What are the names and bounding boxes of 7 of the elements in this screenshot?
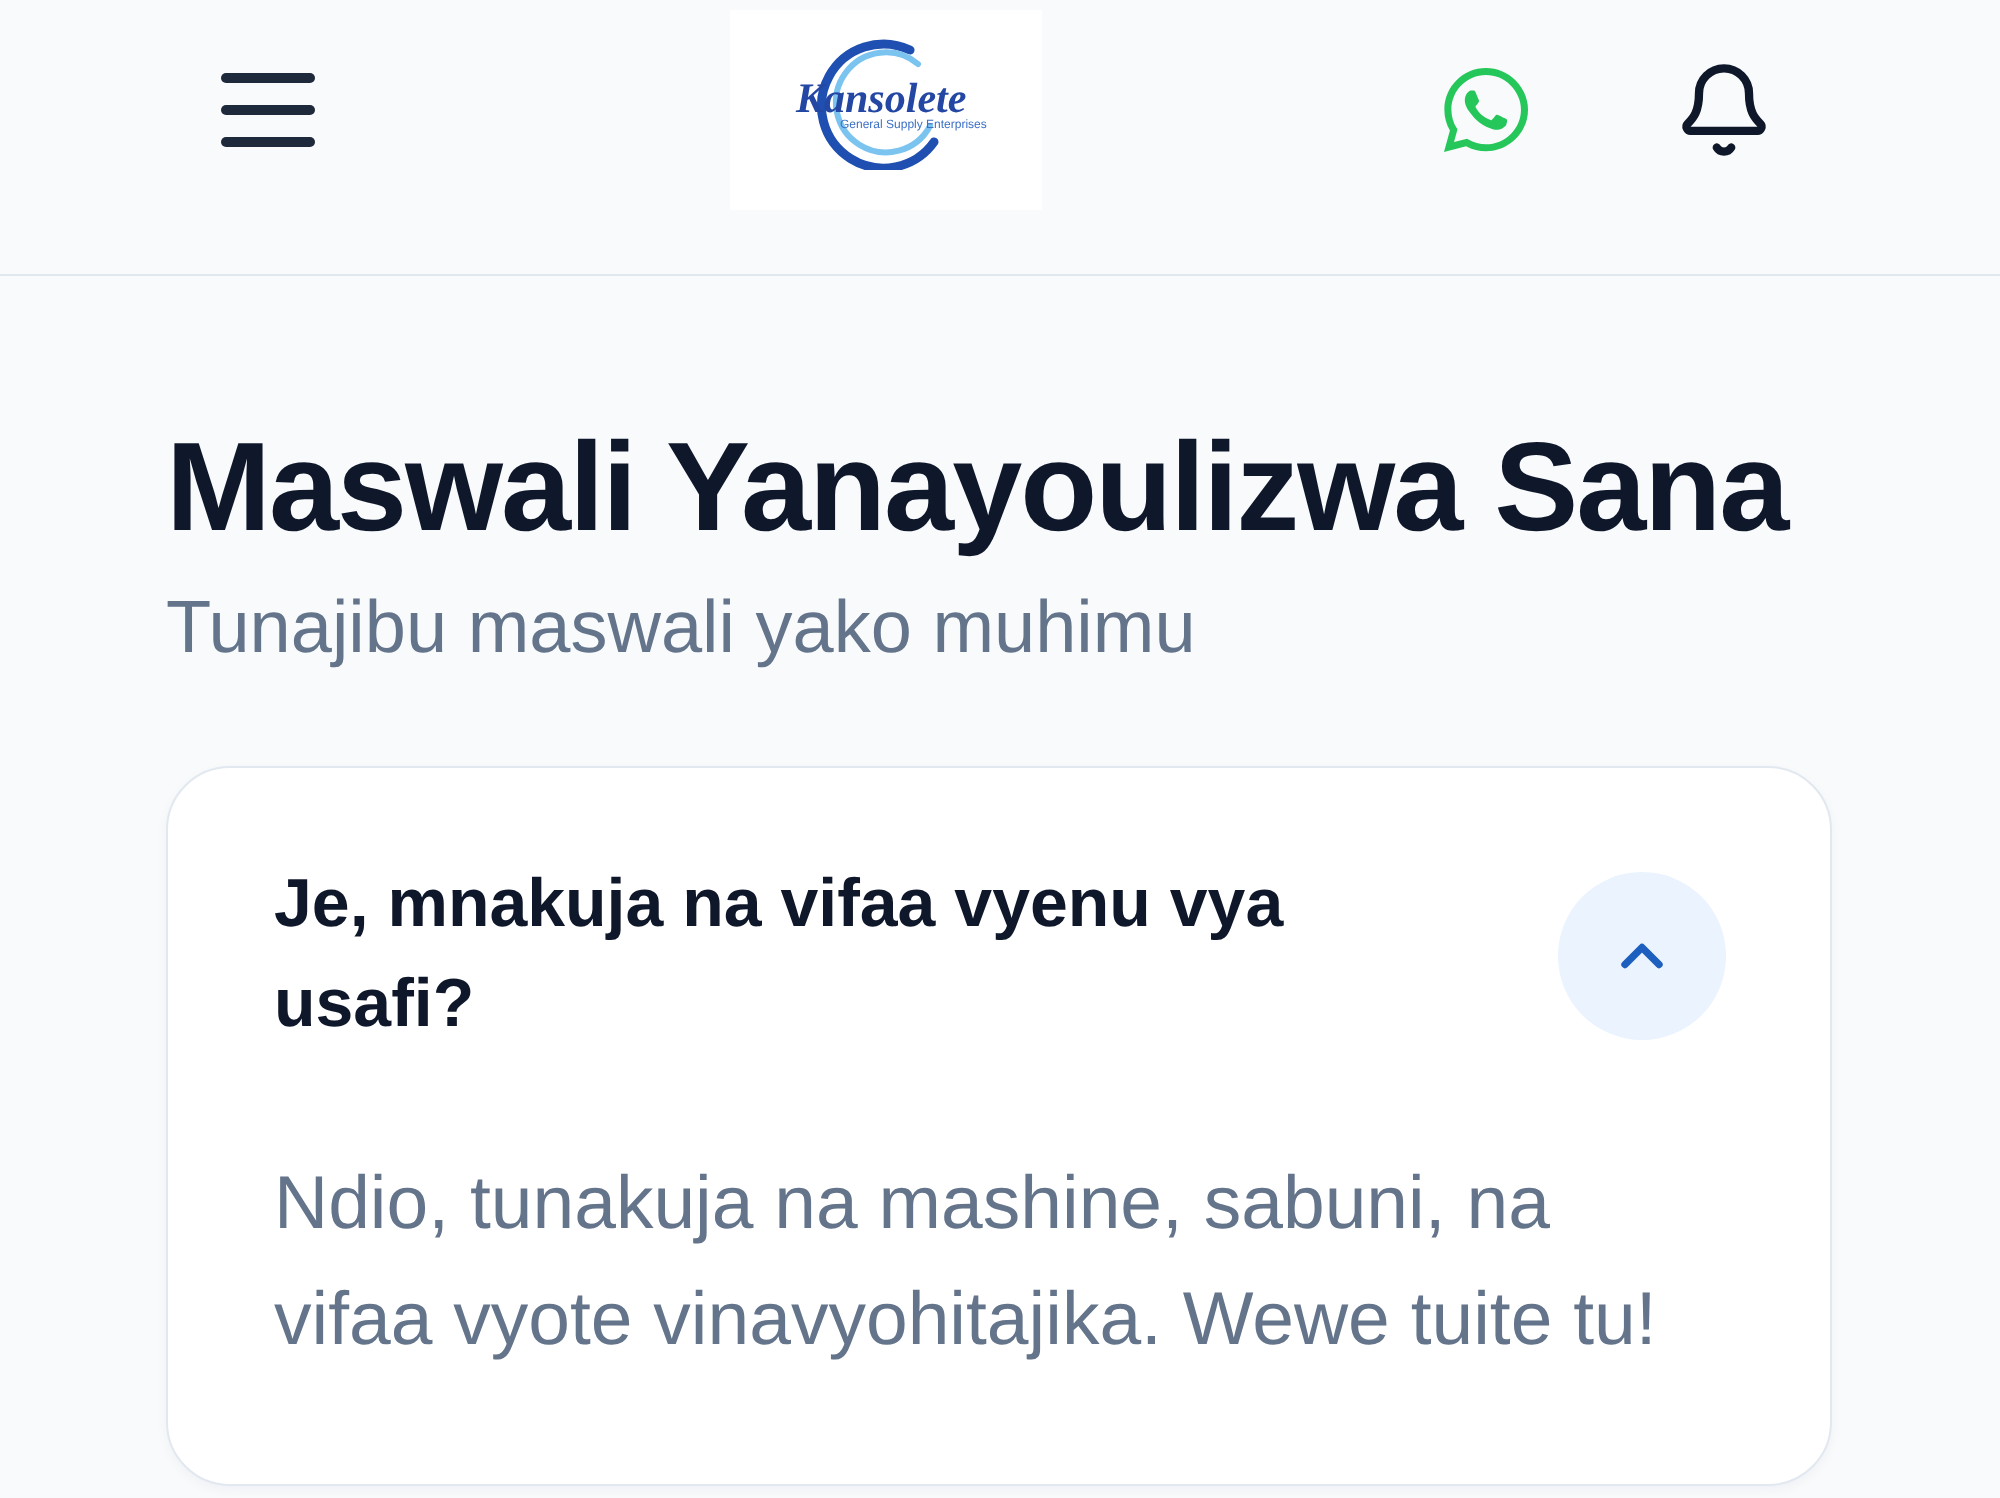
faq-answer: Ndio, tunakuja na mashine, sabuni, na vifaa vyote vinavyohitajika. Wewe tuite tu! (274, 1158, 1659, 1364)
menu-icon (220, 72, 316, 148)
page-subtitle: Tunajibu maswali yako muhimu (166, 584, 1198, 672)
menu-button[interactable] (220, 72, 316, 148)
phone-chat-icon (1438, 62, 1534, 158)
page-title: Maswali Yanayoulizwa Sana (166, 416, 1792, 562)
faq-question: Je, mnakuja na vifaa vyenu vya usafi? (274, 864, 1286, 1046)
